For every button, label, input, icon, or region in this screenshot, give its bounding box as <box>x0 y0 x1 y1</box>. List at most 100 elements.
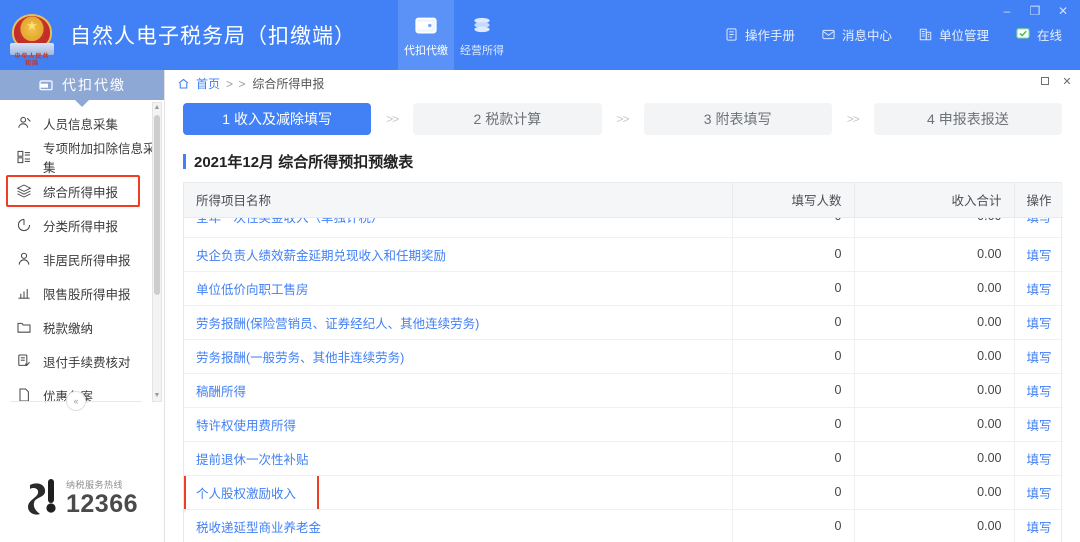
national-emblem-logo: ★ 中华人民共和国 <box>8 10 56 67</box>
fill-in-link[interactable]: 填写 <box>1027 487 1052 501</box>
step-1-income-deduction[interactable]: 1 收入及减除填写 <box>183 103 372 135</box>
sidebar-item-classified-income-declaration[interactable]: 分类所得申报 <box>0 208 164 242</box>
sidebar: 代扣代缴 人员信息采集 专项附加扣除信息采集 综合所得申报 分类所得申报 非居民… <box>0 70 165 542</box>
sidebar-item-label: 税款缴纳 <box>43 321 94 336</box>
table-row-clipped[interactable]: 全年一次性奖金收入（单独计税） 0 0.00 填写 <box>184 217 1063 238</box>
sidebar-item-comprehensive-income-declaration[interactable]: 综合所得申报 <box>0 174 164 208</box>
panel-maximize-button[interactable] <box>1038 74 1052 88</box>
cell-person-count: 0 <box>732 271 855 306</box>
header-action-messages[interactable]: 消息中心 <box>821 25 892 44</box>
table-row[interactable]: 劳务报酬(一般劳务、其他非连续劳务) 0 0.00 填写 <box>184 339 1063 374</box>
online-status-icon <box>1015 26 1031 42</box>
fill-in-link[interactable]: 填写 <box>1027 351 1052 365</box>
cell-operation: 填写 <box>1014 217 1063 238</box>
emblem-star-icon: ★ <box>26 18 38 33</box>
item-name-link[interactable]: 单位低价向职工售房 <box>196 283 309 297</box>
income-items-table: 所得项目名称 填写人数 收入合计 操作 全年一次性奖金收入（单独计税） 0 0.… <box>184 183 1063 542</box>
item-name-link[interactable]: 提前退休一次性补贴 <box>196 453 309 467</box>
sidebar-collapse-button[interactable]: « <box>66 391 86 411</box>
table-row[interactable]: 提前退休一次性补贴 0 0.00 填写 <box>184 441 1063 476</box>
scroll-down-arrow-icon[interactable]: ▼ <box>153 391 161 401</box>
header-status-label: 在线 <box>1036 28 1062 43</box>
scroll-up-arrow-icon[interactable]: ▲ <box>153 103 161 113</box>
cell-person-count: 0 <box>732 339 855 374</box>
header-status-online[interactable]: 在线 <box>1015 25 1062 44</box>
item-name-link[interactable]: 劳务报酬(保险营销员、证券经纪人、其他连续劳务) <box>196 317 479 331</box>
restore-button[interactable]: ❐ <box>1022 1 1048 21</box>
app-title: 自然人电子税务局（扣缴端） <box>70 24 356 48</box>
cell-operation: 填写 <box>1014 509 1063 542</box>
fill-in-link[interactable]: 填写 <box>1027 521 1052 535</box>
cell-operation: 填写 <box>1014 407 1063 442</box>
folder-icon <box>16 319 32 335</box>
header-action-unit-management[interactable]: 单位管理 <box>918 25 989 44</box>
panel-close-button[interactable]: ✕ <box>1060 74 1074 88</box>
breadcrumb-home[interactable]: 首页 <box>196 75 220 92</box>
cell-person-count: 0 <box>732 305 855 340</box>
sidebar-item-tax-payment[interactable]: 税款缴纳 <box>0 310 164 344</box>
header-action-label: 操作手册 <box>744 28 795 43</box>
module-tab-label: 代扣代缴 <box>404 45 448 57</box>
header-action-manual[interactable]: 操作手册 <box>724 25 795 44</box>
scrollbar-thumb[interactable] <box>154 115 160 295</box>
item-name-link[interactable]: 全年一次性奖金收入（单独计税） <box>196 217 720 226</box>
sidebar-scrollbar[interactable]: ▲ ▼ <box>152 102 162 402</box>
sidebar-item-label: 专项附加扣除信息采集 <box>43 142 156 175</box>
table-row[interactable]: 劳务报酬(保险营销员、证券经纪人、其他连续劳务) 0 0.00 填写 <box>184 305 1063 340</box>
step-separator: >> <box>846 112 860 126</box>
item-name-link[interactable]: 劳务报酬(一般劳务、其他非连续劳务) <box>196 351 404 365</box>
step-3-schedule-fill[interactable]: 3 附表填写 <box>643 103 832 135</box>
sidebar-item-personnel-info[interactable]: 人员信息采集 <box>0 106 164 140</box>
cell-item-name: 劳务报酬(保险营销员、证券经纪人、其他连续劳务) <box>184 305 733 340</box>
table-row[interactable]: 个人股权激励收入 0 0.00 填写 <box>184 475 1063 510</box>
cell-item-name: 个人股权激励收入 <box>184 475 733 510</box>
item-name-link[interactable]: 央企负责人绩效薪金延期兑现收入和任期奖励 <box>196 249 446 263</box>
cell-operation: 填写 <box>1014 237 1063 272</box>
table-row[interactable]: 央企负责人绩效薪金延期兑现收入和任期奖励 0 0.00 填写 <box>184 237 1063 272</box>
breadcrumb: 首页 > > 综合所得申报 ✕ <box>165 70 1080 97</box>
module-tab-business-income[interactable]: 经营所得 <box>454 0 510 70</box>
table-row[interactable]: 稿酬所得 0 0.00 填写 <box>184 373 1063 408</box>
fill-in-link[interactable]: 填写 <box>1027 283 1052 297</box>
cell-item-name: 劳务报酬(一般劳务、其他非连续劳务) <box>184 339 733 374</box>
cell-person-count: 0 <box>732 509 855 542</box>
step-2-tax-calculation[interactable]: 2 税款计算 <box>413 103 602 135</box>
sidebar-item-nonresident-income-declaration[interactable]: 非居民所得申报 <box>0 242 164 276</box>
module-tab-withholding[interactable]: 代扣代缴 <box>398 0 454 70</box>
window-controls: – ❐ ✕ <box>994 0 1076 22</box>
cell-operation: 填写 <box>1014 271 1063 306</box>
item-name-link[interactable]: 特许权使用费所得 <box>196 419 296 433</box>
sidebar-item-label: 退付手续费核对 <box>43 355 131 370</box>
close-button[interactable]: ✕ <box>1050 1 1076 21</box>
application-window: ★ 中华人民共和国 自然人电子税务局（扣缴端） 代扣代缴 经营所得 操作手册 消… <box>0 0 1080 542</box>
cell-person-count: 0 <box>732 237 855 272</box>
hotline-number: 12366 <box>66 490 139 519</box>
sidebar-item-label: 人员信息采集 <box>43 117 119 132</box>
table-row[interactable]: 税收递延型商业养老金 0 0.00 填写 <box>184 509 1063 542</box>
sidebar-item-refund-fee-check[interactable]: 退付手续费核对 <box>0 344 164 378</box>
sidebar-item-label: 非居民所得申报 <box>43 253 131 268</box>
cell-item-name: 特许权使用费所得 <box>184 407 733 442</box>
fill-in-link[interactable]: 填写 <box>1027 419 1052 433</box>
fill-in-link[interactable]: 填写 <box>1027 249 1052 263</box>
main-content: 首页 > > 综合所得申报 ✕ 1 收入及减除填写 >> 2 税款计算 >> 3… <box>165 70 1080 542</box>
item-name-link[interactable]: 稿酬所得 <box>196 385 246 399</box>
table-row[interactable]: 单位低价向职工售房 0 0.00 填写 <box>184 271 1063 306</box>
layers-icon <box>16 183 32 199</box>
fill-in-link[interactable]: 填写 <box>1027 317 1052 331</box>
table-row[interactable]: 特许权使用费所得 0 0.00 填写 <box>184 407 1063 442</box>
sidebar-item-special-deduction[interactable]: 专项附加扣除信息采集 <box>0 140 164 175</box>
fill-in-link[interactable]: 填写 <box>1027 453 1052 467</box>
item-name-link[interactable]: 税收递延型商业养老金 <box>196 521 321 535</box>
cell-income-total: 0.00 <box>854 441 1015 476</box>
sidebar-item-restricted-stock-declaration[interactable]: 限售股所得申报 <box>0 276 164 310</box>
item-name-link[interactable]: 个人股权激励收入 <box>196 487 296 501</box>
cell-item-name: 央企负责人绩效薪金延期兑现收入和任期奖励 <box>184 237 733 272</box>
fill-in-link[interactable]: 填写 <box>1027 385 1052 399</box>
cell-person-count: 0 <box>732 407 855 442</box>
minimize-button[interactable]: – <box>994 1 1020 21</box>
cell-person-count: 0 <box>732 441 855 476</box>
person-icon <box>16 251 32 267</box>
fill-in-link[interactable]: 填写 <box>1027 217 1052 226</box>
step-4-declaration-submit[interactable]: 4 申报表报送 <box>873 103 1062 135</box>
